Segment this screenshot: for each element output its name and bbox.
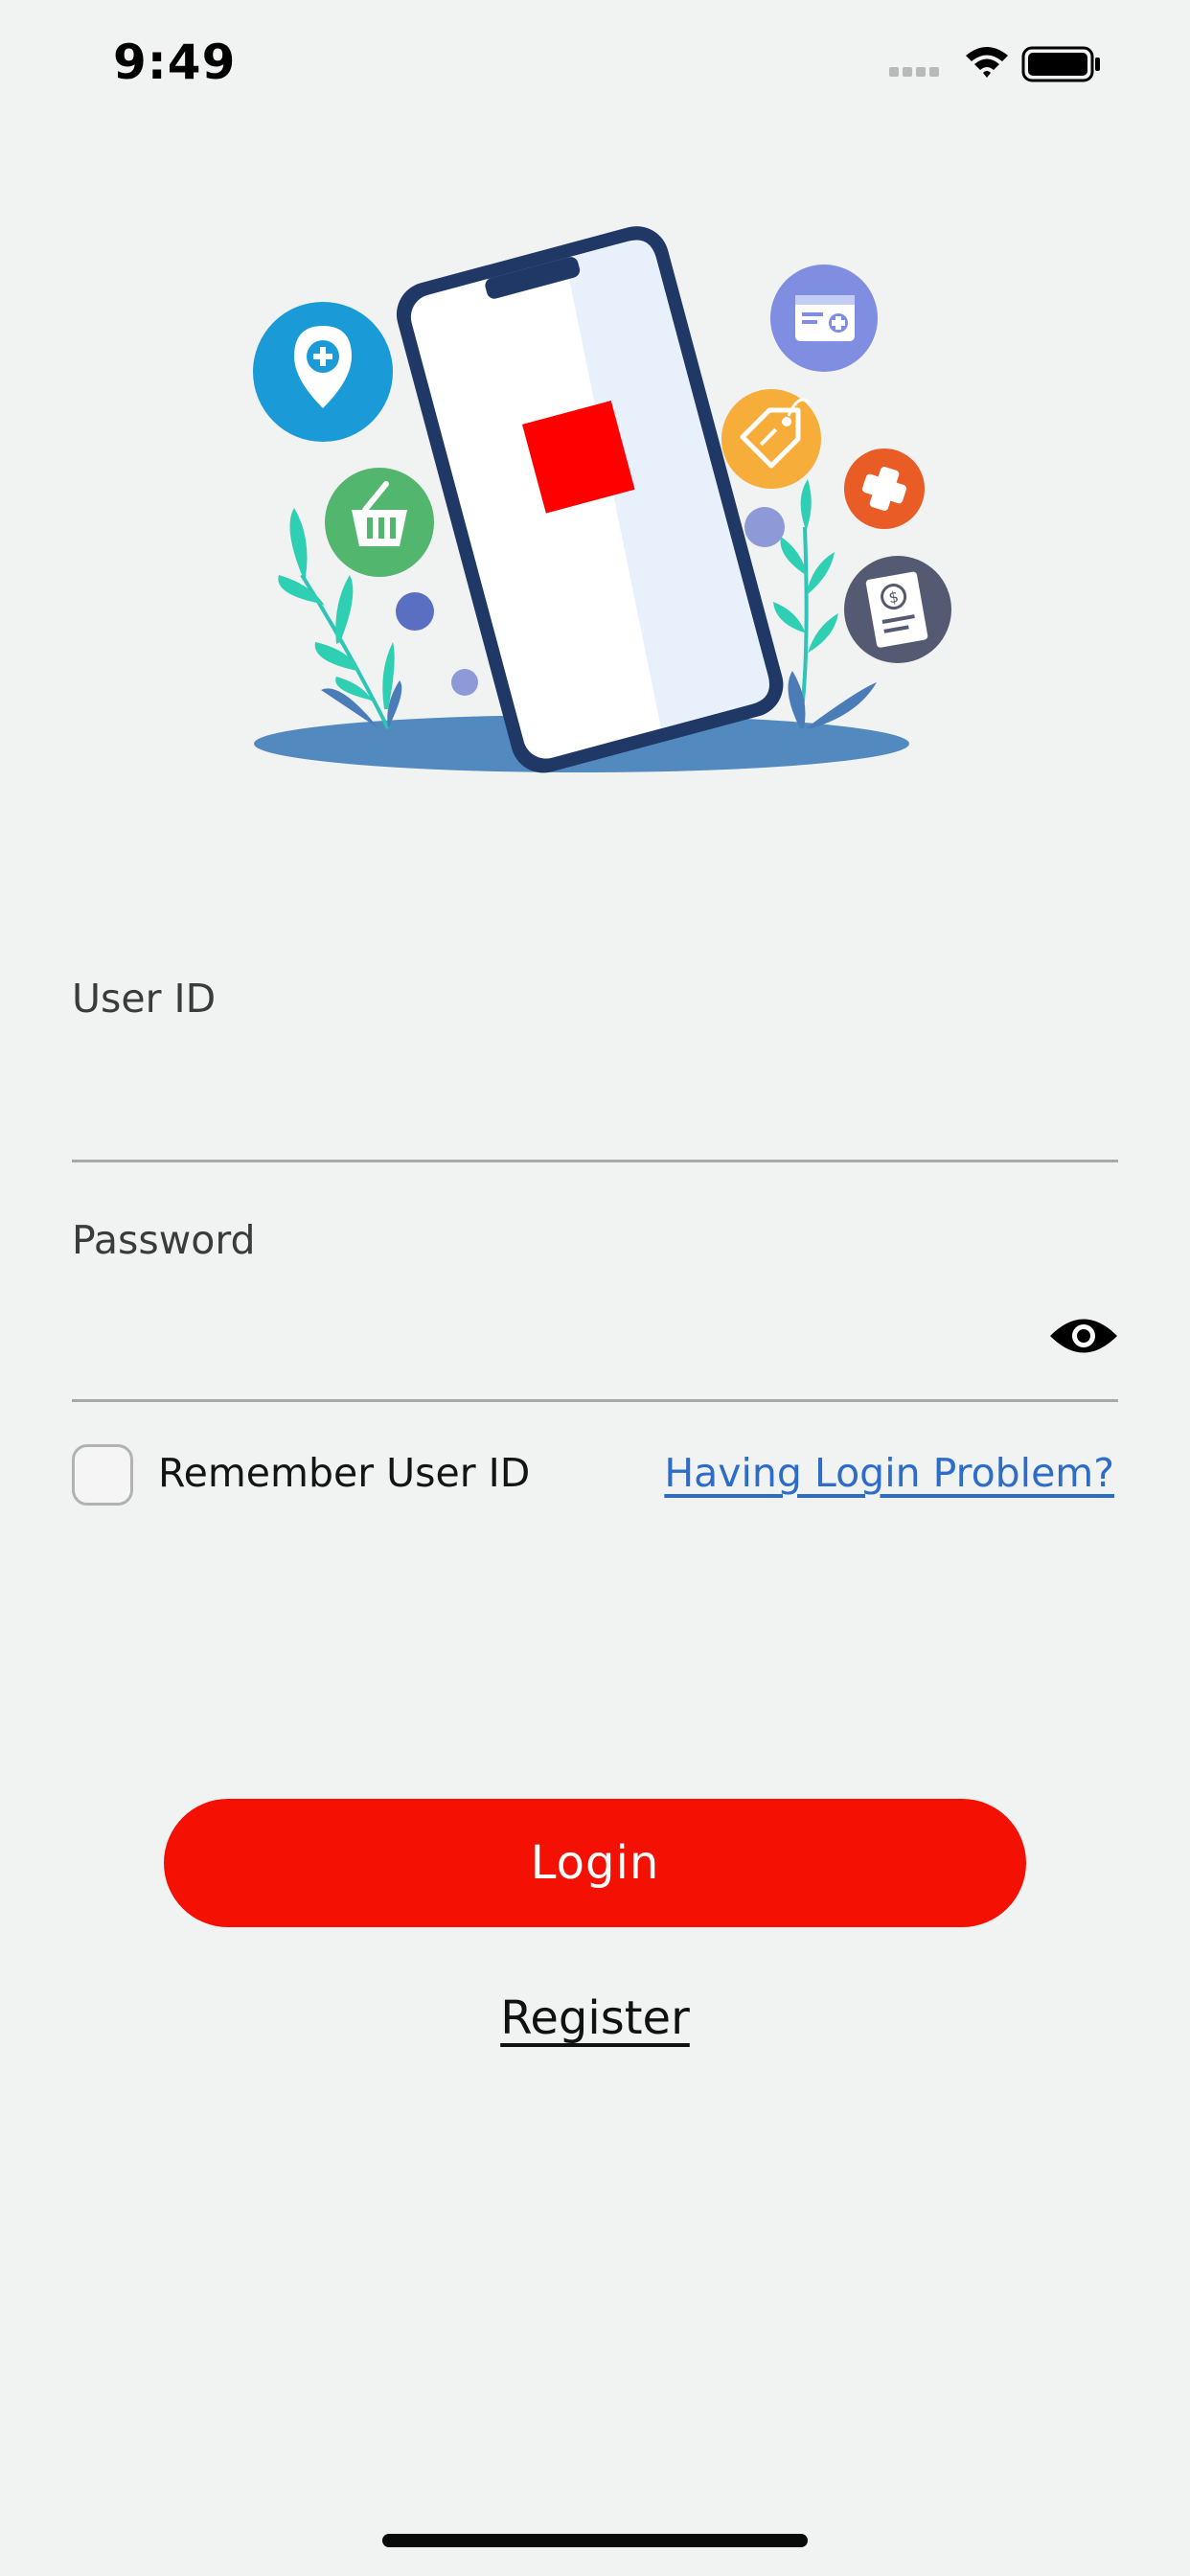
medical-card-icon bbox=[770, 264, 878, 372]
medical-cross-icon bbox=[844, 448, 925, 529]
hero-illustration: $ bbox=[253, 226, 951, 773]
user-id-input[interactable] bbox=[72, 1073, 1118, 1162]
decor-dot bbox=[744, 507, 785, 547]
register-link[interactable]: Register bbox=[500, 1991, 690, 2045]
shopping-basket-icon bbox=[325, 468, 434, 577]
user-id-label: User ID bbox=[72, 976, 217, 1022]
dollar-document-icon: $ bbox=[844, 556, 951, 663]
location-medical-icon bbox=[253, 302, 393, 442]
register-row: Register bbox=[0, 1991, 1190, 2045]
price-tag-icon bbox=[721, 389, 821, 489]
status-bar: 9:49 bbox=[0, 0, 1190, 134]
decor-dot bbox=[396, 592, 434, 631]
remember-user-id-label: Remember User ID bbox=[158, 1450, 531, 1496]
password-input[interactable] bbox=[72, 1313, 1030, 1399]
wifi-icon bbox=[966, 47, 1008, 78]
login-button[interactable]: Login bbox=[164, 1799, 1026, 1927]
status-icons bbox=[889, 46, 1100, 82]
home-indicator[interactable] bbox=[382, 2534, 808, 2547]
remember-user-id-checkbox[interactable] bbox=[72, 1444, 133, 1506]
decor-dot bbox=[451, 669, 478, 696]
login-problem-link[interactable]: Having Login Problem? bbox=[664, 1450, 1114, 1496]
password-underline bbox=[72, 1399, 1118, 1402]
phone-illustration bbox=[396, 226, 784, 773]
status-time: 9:49 bbox=[113, 34, 237, 90]
signal-icon bbox=[889, 67, 939, 77]
password-label: Password bbox=[72, 1217, 256, 1263]
battery-icon bbox=[1021, 46, 1100, 82]
eye-icon[interactable] bbox=[1048, 1314, 1119, 1358]
